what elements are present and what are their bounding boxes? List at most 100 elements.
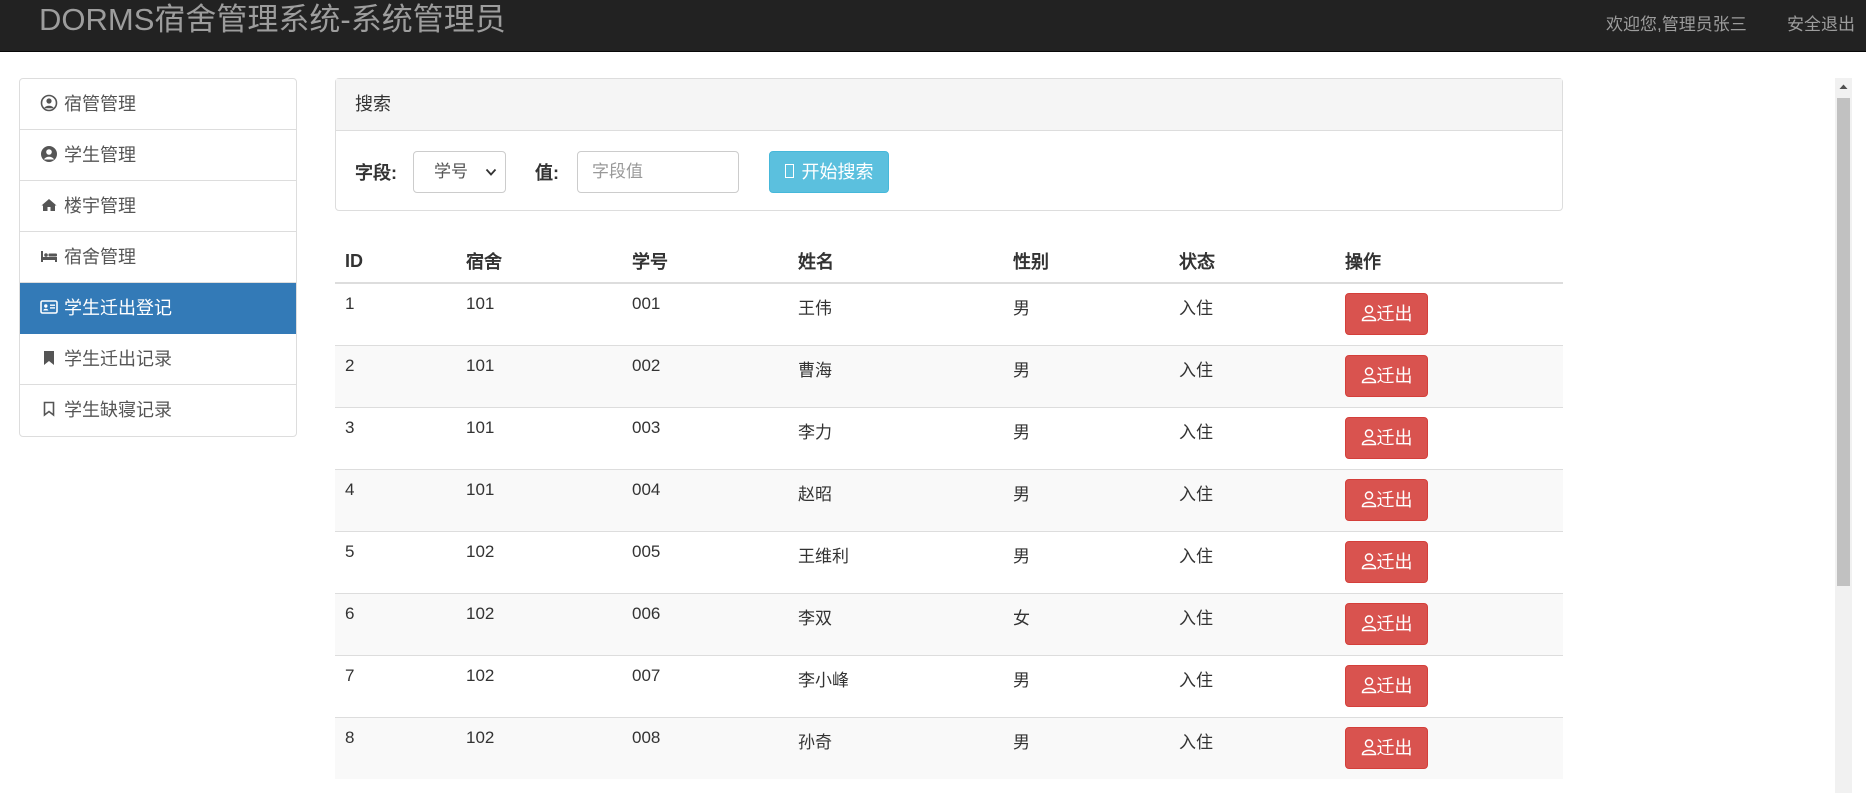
cell-name: 孙奇 [788,716,1003,779]
sidebar-item-label: 宿舍管理 [64,247,136,267]
chevron-down-icon [485,168,497,176]
sidebar-item-label: 学生迁出记录 [64,349,172,369]
cell-status: 入住 [1169,716,1335,779]
cell-action: 迁出 [1335,716,1563,779]
cell-status: 入住 [1169,282,1335,345]
sidebar-item-label: 学生迁出登记 [64,298,172,318]
student-table: ID 宿舍 学号 姓名 性别 状态 操作 1 101 001 王伟 男 入住 迁… [335,240,1563,779]
checkout-button[interactable]: 迁出 [1345,540,1428,583]
cell-dorm: 102 [456,592,622,655]
bed-icon [40,247,58,265]
cell-action: 迁出 [1335,406,1563,469]
cell-gender: 男 [1003,654,1169,717]
cell-dorm: 101 [456,282,622,345]
user-outline-icon [1361,677,1376,693]
start-search-button[interactable]: 开始搜索 [769,151,889,193]
cell-student-no: 002 [622,344,788,407]
user-outline-icon [1361,305,1376,322]
sidebar-item-checkout-record[interactable]: 学生迁出记录 [20,334,296,385]
cell-name: 王维利 [788,530,1003,593]
user-outline-icon [1361,491,1376,507]
checkout-label: 迁出 [1376,489,1413,510]
logout-link[interactable]: 安全退出 [1787,10,1855,32]
header-dorm: 宿舍 [456,240,622,284]
cell-student-no: 004 [622,468,788,531]
checkout-label: 迁出 [1376,675,1413,696]
field-select-value: 学号 [434,162,468,181]
vertical-scrollbar[interactable] [1835,78,1852,793]
sidebar-item-label: 宿管管理 [64,94,136,114]
cell-name: 李小峰 [788,654,1003,717]
cell-id: 8 [335,716,456,779]
search-panel: 搜索 字段: 学号 值: 开始搜索 [335,78,1563,211]
user-outline-icon [1361,739,1376,755]
app-brand[interactable]: DORMS宿舍管理系统-系统管理员 [39,0,506,40]
checkout-button[interactable]: 迁出 [1345,293,1428,335]
cell-gender: 男 [1003,468,1169,531]
checkout-button[interactable]: 迁出 [1345,602,1428,645]
table-row: 1 101 001 王伟 男 入住 迁出 [335,282,1563,345]
cell-dorm: 102 [456,654,622,717]
user-circle-icon [40,94,58,112]
sidebar-item-student[interactable]: 学生管理 [20,130,296,181]
id-card-icon [40,298,58,316]
cell-student-no: 001 [622,282,788,345]
table-row: 6 102 006 李双 女 入住 迁出 [335,592,1563,655]
sidebar-item-checkout-register[interactable]: 学生迁出登记 [20,283,296,334]
cell-student-no: 006 [622,592,788,655]
cell-name: 李双 [788,592,1003,655]
cell-gender: 男 [1003,406,1169,469]
user-circle-filled-icon [40,145,58,163]
checkout-button[interactable]: 迁出 [1345,354,1428,397]
table-row: 3 101 003 李力 男 入住 迁出 [335,406,1563,469]
checkout-button[interactable]: 迁出 [1345,664,1428,707]
cell-action: 迁出 [1335,282,1563,345]
search-panel-heading: 搜索 [336,79,1562,131]
value-input[interactable] [577,151,739,193]
header-student-no: 学号 [622,240,788,284]
sidebar-item-dorm[interactable]: 宿舍管理 [20,232,296,283]
checkout-button[interactable]: 迁出 [1345,726,1428,769]
field-select[interactable]: 学号 [413,151,506,193]
scrollbar-thumb[interactable] [1837,98,1850,586]
top-navbar: DORMS宿舍管理系统-系统管理员 欢迎您,管理员张三 安全退出 [0,0,1866,52]
cell-student-no: 007 [622,654,788,717]
cell-gender: 男 [1003,530,1169,593]
checkout-button[interactable]: 迁出 [1345,416,1428,459]
cell-status: 入住 [1169,592,1335,655]
checkout-label: 迁出 [1376,737,1413,758]
cell-id: 3 [335,406,456,469]
user-outline-icon [1361,429,1376,445]
cell-action: 迁出 [1335,530,1563,593]
sidebar-item-dorm-manager[interactable]: 宿管管理 [20,79,296,130]
cell-gender: 男 [1003,282,1169,345]
cell-student-no: 003 [622,406,788,469]
cell-id: 7 [335,654,456,717]
checkout-button[interactable]: 迁出 [1345,478,1428,521]
header-gender: 性别 [1003,240,1169,284]
cell-dorm: 102 [456,716,622,779]
sidebar-item-label: 楼宇管理 [64,196,136,216]
table-row: 4 101 004 赵昭 男 入住 迁出 [335,468,1563,531]
cell-status: 入住 [1169,344,1335,407]
scroll-up-arrow-icon[interactable] [1835,78,1852,95]
table-row: 8 102 008 孙奇 男 入住 迁出 [335,716,1563,779]
cell-action: 迁出 [1335,468,1563,531]
user-outline-icon [1361,367,1376,383]
checkout-label: 迁出 [1376,304,1413,324]
cell-id: 4 [335,468,456,531]
cell-status: 入住 [1169,530,1335,593]
header-status: 状态 [1169,240,1335,284]
cell-id: 5 [335,530,456,593]
home-icon [40,196,58,214]
user-outline-icon [1361,615,1376,631]
cell-action: 迁出 [1335,654,1563,717]
sidebar-item-building[interactable]: 楼宇管理 [20,181,296,232]
cell-student-no: 005 [622,530,788,593]
welcome-text: 欢迎您,管理员张三 [1606,15,1747,32]
search-icon [784,164,794,179]
sidebar-item-absence-record[interactable]: 学生缺寝记录 [20,385,296,436]
checkout-label: 迁出 [1376,427,1413,448]
sidebar-item-label: 学生管理 [64,145,136,165]
cell-id: 2 [335,344,456,407]
